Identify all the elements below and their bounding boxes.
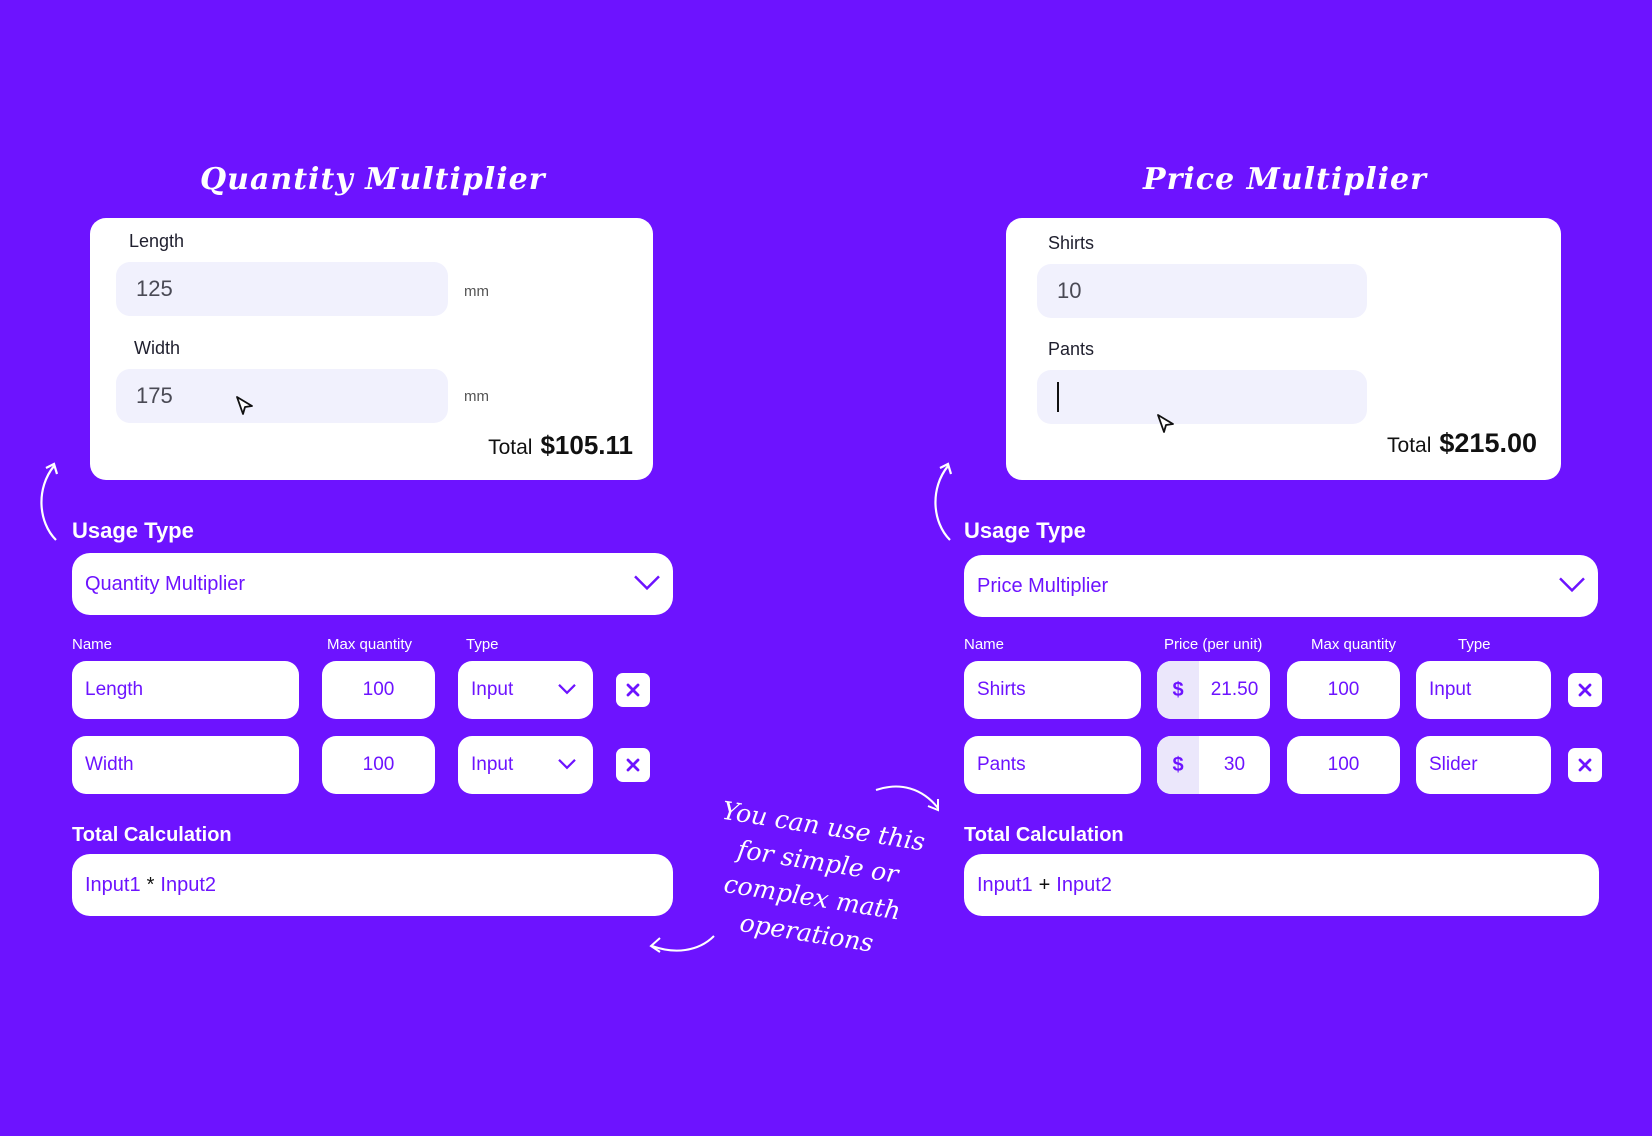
- name-value: Shirts: [977, 679, 1026, 700]
- type-select[interactable]: Input: [1416, 661, 1551, 719]
- type-value: Slider: [1429, 754, 1478, 775]
- name-input[interactable]: Shirts: [964, 661, 1141, 719]
- type-select[interactable]: Input: [458, 661, 593, 719]
- currency-prefix: $: [1157, 661, 1199, 719]
- type-value: Input: [471, 679, 514, 700]
- price-input[interactable]: $ 21.50: [1157, 661, 1270, 719]
- type-value: Input: [471, 754, 514, 775]
- usage-type-value: Price Multiplier: [977, 574, 1109, 597]
- col-head-type: Type: [1458, 636, 1491, 653]
- max-value: 100: [1327, 754, 1360, 775]
- preview-total: Total $215.00: [1387, 428, 1537, 459]
- formula-operand-2: Input2: [160, 873, 217, 896]
- remove-row-button[interactable]: [1568, 673, 1602, 707]
- usage-type-value: Quantity Multiplier: [85, 572, 246, 595]
- total-calculation-input[interactable]: Input1 + Input2: [964, 854, 1599, 916]
- name-input[interactable]: Width: [72, 736, 299, 794]
- usage-type-label: Usage Type: [964, 518, 1086, 543]
- preview-value-shirts: 10: [1057, 278, 1082, 303]
- col-head-name: Name: [72, 636, 113, 653]
- preview-value-width: 175: [136, 383, 173, 408]
- max-quantity-input[interactable]: 100: [322, 736, 435, 794]
- max-quantity-input[interactable]: 100: [1287, 661, 1400, 719]
- chevron-down-icon: [1559, 577, 1585, 593]
- quantity-multiplier-heading: Quantity Multiplier: [200, 162, 546, 197]
- close-icon: [626, 758, 640, 772]
- preview-input-shirts[interactable]: 10: [1037, 264, 1367, 318]
- preview-label-length: Length: [129, 231, 185, 251]
- formula-operator: *: [146, 873, 155, 896]
- curved-arrow-icon: [934, 462, 953, 541]
- formula-operator: +: [1038, 873, 1051, 896]
- close-icon: [1578, 758, 1592, 772]
- currency-prefix: $: [1157, 736, 1199, 794]
- col-head-name: Name: [964, 636, 1005, 653]
- total-calculation-label: Total Calculation: [72, 824, 232, 846]
- type-value: Input: [1429, 679, 1472, 700]
- total-label: Total: [488, 436, 533, 459]
- preview-value-length: 125: [136, 276, 173, 301]
- chevron-down-icon: [558, 759, 576, 770]
- col-head-max-quantity: Max quantity: [327, 636, 413, 653]
- arrow-right-icon: [875, 785, 939, 812]
- preview-input-width[interactable]: 175: [116, 369, 448, 423]
- chevron-down-icon: [558, 684, 576, 695]
- preview-total: Total $105.11: [488, 430, 633, 461]
- type-select[interactable]: Input: [458, 736, 593, 794]
- preview-label-shirts: Shirts: [1048, 233, 1095, 253]
- max-quantity-input[interactable]: 100: [322, 661, 435, 719]
- col-head-price: Price (per unit): [1164, 636, 1263, 653]
- type-select[interactable]: Slider: [1416, 736, 1551, 794]
- preview-label-width: Width: [134, 338, 181, 358]
- close-icon: [1578, 683, 1592, 697]
- curved-arrow-icon: [40, 462, 59, 541]
- total-label: Total: [1387, 434, 1432, 457]
- arrow-left-icon: [649, 935, 715, 953]
- col-head-max-quantity: Max quantity: [1311, 636, 1397, 653]
- formula-operand-1: Input1: [977, 873, 1033, 896]
- preview-input-length[interactable]: 125: [116, 262, 448, 316]
- mouse-cursor-icon: [236, 396, 253, 415]
- total-calculation-label: Total Calculation: [964, 824, 1124, 846]
- name-value: Pants: [977, 754, 1026, 775]
- usage-type-select[interactable]: Quantity Multiplier: [72, 553, 673, 615]
- preview-input-pants[interactable]: [1037, 370, 1367, 424]
- name-input[interactable]: Length: [72, 661, 299, 719]
- mouse-cursor-icon: [1157, 414, 1174, 433]
- max-quantity-input[interactable]: 100: [1287, 736, 1400, 794]
- remove-row-button[interactable]: [1568, 748, 1602, 782]
- total-calculation-input[interactable]: Input1 * Input2: [72, 854, 673, 916]
- text-caret: [1057, 382, 1059, 412]
- name-value: Length: [85, 679, 144, 700]
- unit-width: mm: [464, 388, 489, 405]
- formula-operand-2: Input2: [1056, 873, 1112, 896]
- unit-length: mm: [464, 283, 489, 300]
- max-value: 100: [362, 679, 395, 700]
- max-value: 100: [362, 754, 395, 775]
- usage-type-select[interactable]: Price Multiplier: [964, 555, 1598, 617]
- remove-row-button[interactable]: [616, 673, 650, 707]
- total-amount: $215.00: [1439, 428, 1537, 458]
- quantity-preview-card: Length 125 mm Width 175 mm Total $105.11: [90, 218, 653, 480]
- total-amount: $105.11: [540, 430, 633, 460]
- name-input[interactable]: Pants: [964, 736, 1141, 794]
- preview-label-pants: Pants: [1048, 339, 1095, 359]
- usage-type-label: Usage Type: [72, 518, 194, 543]
- price-value: 21.50: [1210, 679, 1259, 700]
- price-preview-card: Shirts 10 Pants Total $215.00: [1006, 218, 1561, 480]
- formula-operand-1: Input1: [85, 873, 141, 896]
- col-head-type: Type: [466, 636, 499, 653]
- remove-row-button[interactable]: [616, 748, 650, 782]
- chevron-down-icon: [634, 575, 660, 591]
- name-value: Width: [85, 754, 134, 775]
- price-input[interactable]: $ 30: [1157, 736, 1270, 794]
- price-multiplier-heading: Price Multiplier: [1143, 162, 1427, 197]
- close-icon: [626, 683, 640, 697]
- max-value: 100: [1327, 679, 1360, 700]
- price-value: 30: [1223, 754, 1246, 775]
